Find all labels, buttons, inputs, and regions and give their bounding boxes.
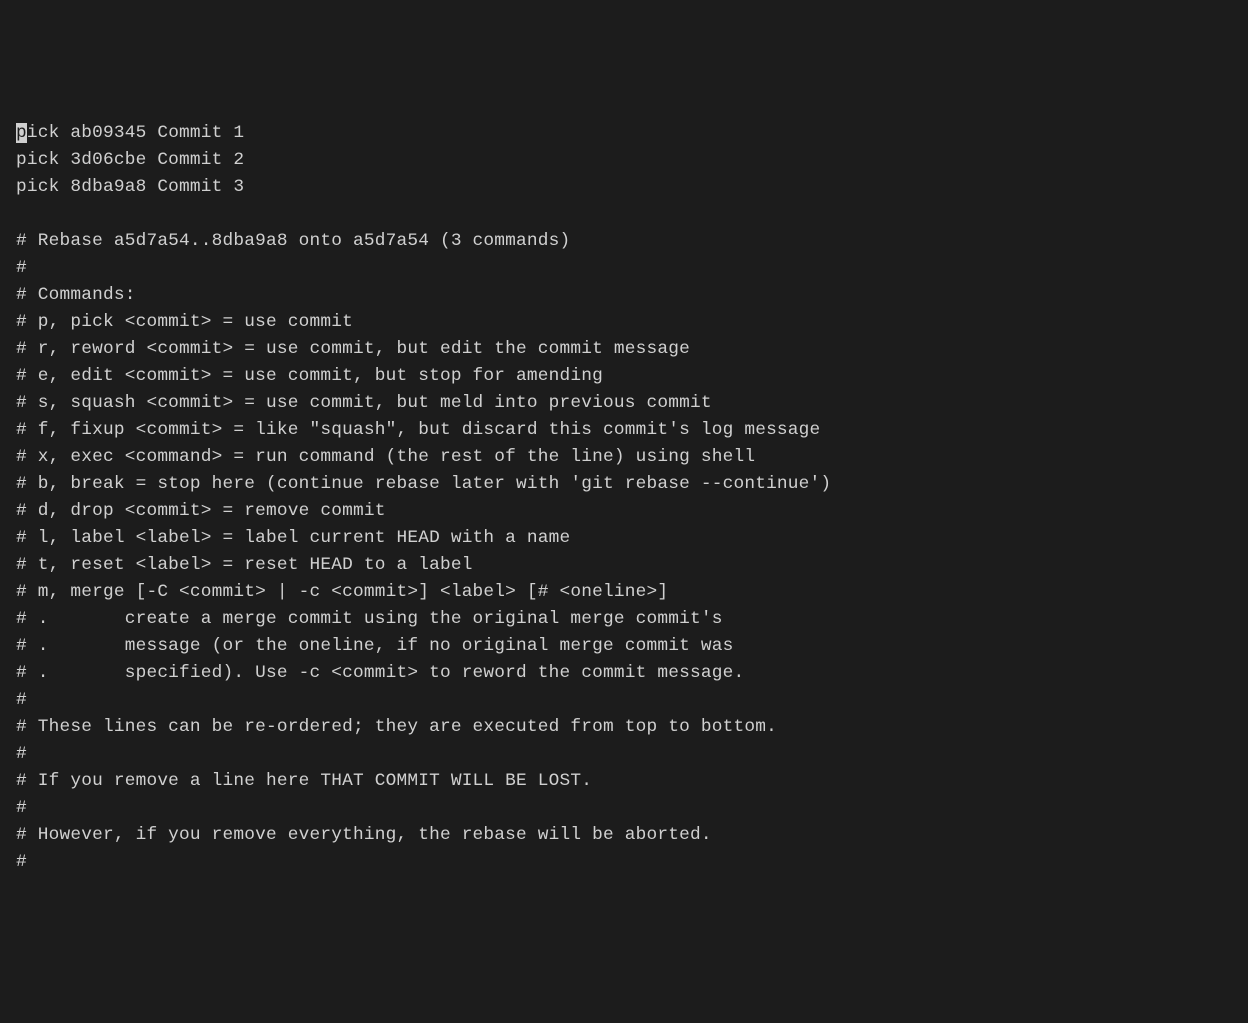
line-text: # [16, 690, 27, 710]
line-text: # t, reset <label> = reset HEAD to a lab… [16, 555, 473, 575]
editor-line[interactable]: # p, pick <commit> = use commit [16, 309, 1232, 336]
editor-line[interactable]: # b, break = stop here (continue rebase … [16, 471, 1232, 498]
editor-line[interactable]: # l, label <label> = label current HEAD … [16, 525, 1232, 552]
editor-line[interactable]: # t, reset <label> = reset HEAD to a lab… [16, 552, 1232, 579]
editor-line[interactable]: # m, merge [-C <commit> | -c <commit>] <… [16, 579, 1232, 606]
editor-line[interactable]: # e, edit <commit> = use commit, but sto… [16, 363, 1232, 390]
editor-line[interactable]: # Commands: [16, 282, 1232, 309]
line-text: ick ab09345 Commit 1 [27, 123, 244, 143]
editor-line[interactable]: # [16, 687, 1232, 714]
line-text: pick 3d06cbe Commit 2 [16, 150, 244, 170]
line-text: # Rebase a5d7a54..8dba9a8 onto a5d7a54 (… [16, 231, 570, 251]
line-text: # e, edit <commit> = use commit, but sto… [16, 366, 603, 386]
line-text: # m, merge [-C <commit> | -c <commit>] <… [16, 582, 668, 602]
line-text: # [16, 744, 27, 764]
line-text: # r, reword <commit> = use commit, but e… [16, 339, 690, 359]
line-text: # . create a merge commit using the orig… [16, 609, 723, 629]
line-text: # . message (or the oneline, if no origi… [16, 636, 733, 656]
line-text: pick 8dba9a8 Commit 3 [16, 177, 244, 197]
cursor: p [16, 123, 27, 143]
editor-line[interactable]: # r, reword <commit> = use commit, but e… [16, 336, 1232, 363]
line-text: # x, exec <command> = run command (the r… [16, 447, 755, 467]
editor-line[interactable]: # Rebase a5d7a54..8dba9a8 onto a5d7a54 (… [16, 228, 1232, 255]
line-text: # s, squash <commit> = use commit, but m… [16, 393, 712, 413]
editor-line[interactable]: # If you remove a line here THAT COMMIT … [16, 768, 1232, 795]
line-text: # d, drop <commit> = remove commit [16, 501, 386, 521]
editor-line[interactable]: # d, drop <commit> = remove commit [16, 498, 1232, 525]
editor-line[interactable]: pick ab09345 Commit 1 [16, 120, 1232, 147]
line-text: # [16, 852, 27, 872]
editor-line[interactable]: # . specified). Use -c <commit> to rewor… [16, 660, 1232, 687]
line-text: # l, label <label> = label current HEAD … [16, 528, 570, 548]
editor-line[interactable]: # x, exec <command> = run command (the r… [16, 444, 1232, 471]
editor-line[interactable]: # s, squash <commit> = use commit, but m… [16, 390, 1232, 417]
editor-line[interactable]: # These lines can be re-ordered; they ar… [16, 714, 1232, 741]
editor-line[interactable]: # [16, 795, 1232, 822]
editor-line[interactable]: # f, fixup <commit> = like "squash", but… [16, 417, 1232, 444]
line-text: # p, pick <commit> = use commit [16, 312, 353, 332]
line-text: # [16, 798, 27, 818]
line-text: # However, if you remove everything, the… [16, 825, 712, 845]
editor-line[interactable]: pick 8dba9a8 Commit 3 [16, 174, 1232, 201]
editor-line[interactable] [16, 201, 1232, 228]
line-text: # [16, 258, 27, 278]
editor-line[interactable]: pick 3d06cbe Commit 2 [16, 147, 1232, 174]
line-text: # If you remove a line here THAT COMMIT … [16, 771, 592, 791]
line-text: # These lines can be re-ordered; they ar… [16, 717, 777, 737]
line-text: # Commands: [16, 285, 136, 305]
editor-line[interactable]: # However, if you remove everything, the… [16, 822, 1232, 849]
editor-line[interactable]: # . message (or the oneline, if no origi… [16, 633, 1232, 660]
line-text: # . specified). Use -c <commit> to rewor… [16, 663, 744, 683]
line-text: # b, break = stop here (continue rebase … [16, 474, 831, 494]
editor-line[interactable]: # [16, 849, 1232, 876]
line-text: # f, fixup <commit> = like "squash", but… [16, 420, 820, 440]
editor-line[interactable]: # . create a merge commit using the orig… [16, 606, 1232, 633]
editor-line[interactable]: # [16, 741, 1232, 768]
editor-line[interactable]: # [16, 255, 1232, 282]
terminal-editor[interactable]: pick ab09345 Commit 1 pick 3d06cbe Commit… [16, 120, 1232, 876]
